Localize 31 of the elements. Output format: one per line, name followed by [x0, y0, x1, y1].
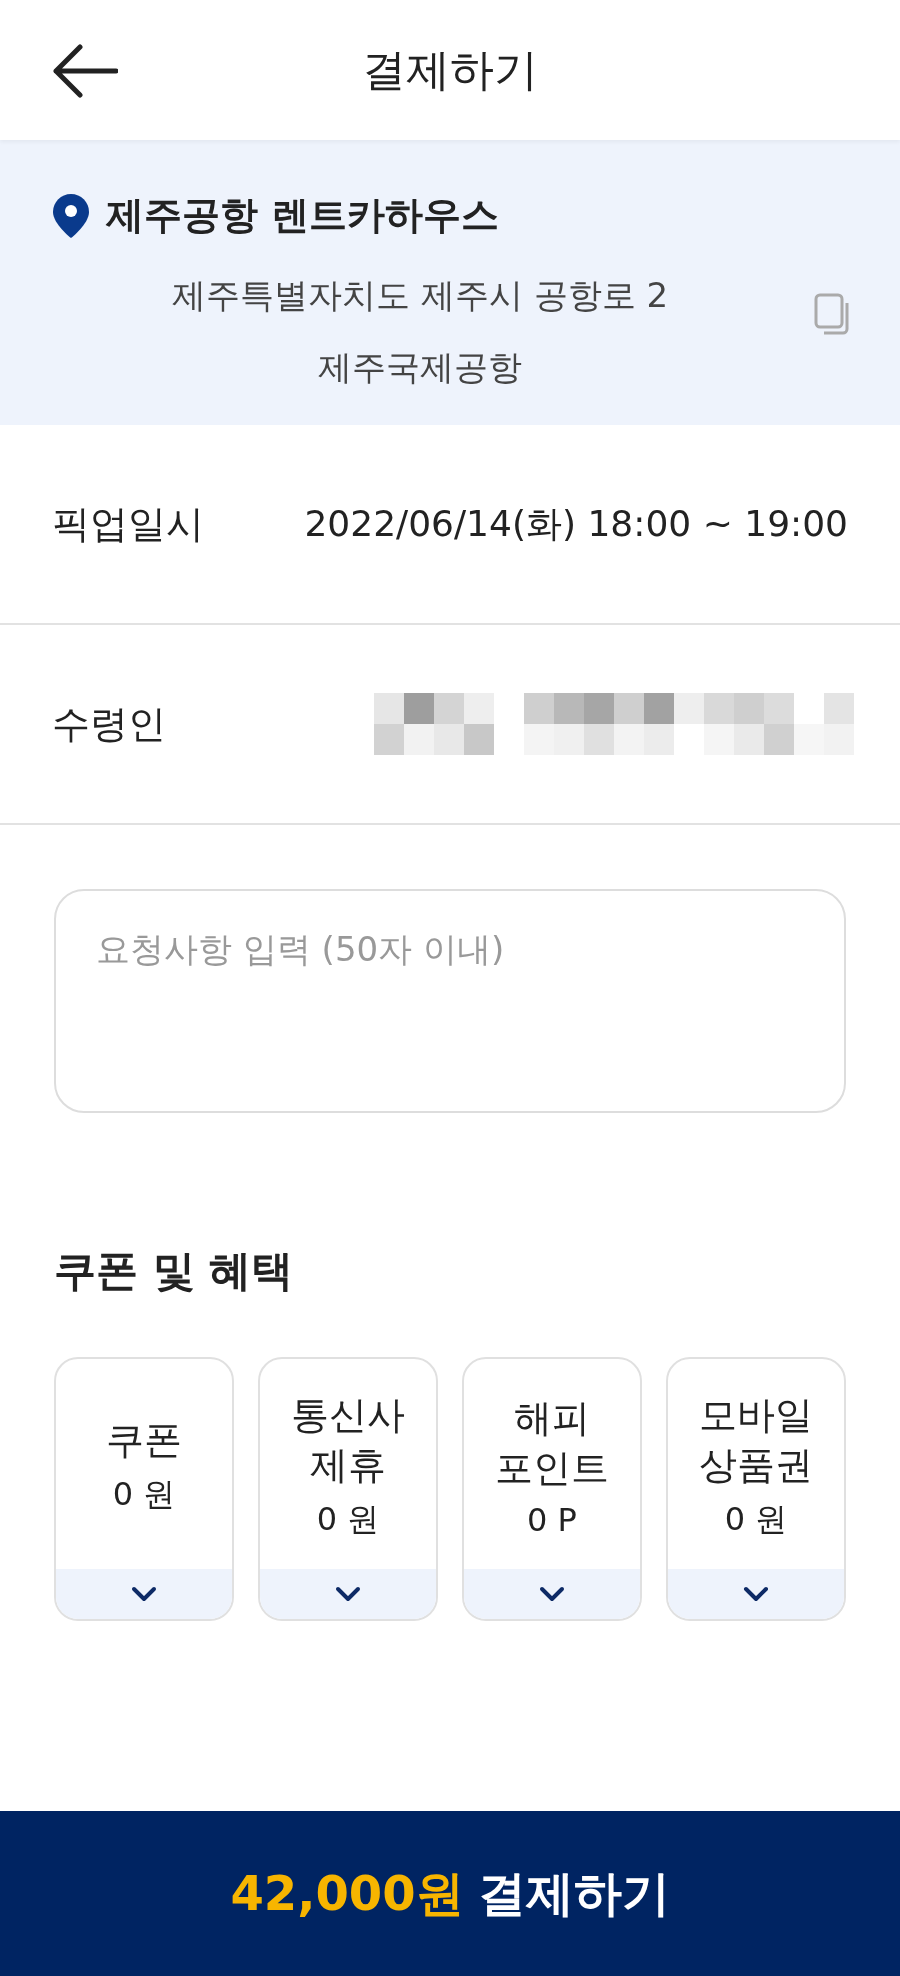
- benefit-title: 해피: [514, 1395, 590, 1442]
- benefit-title: 포인트: [495, 1445, 609, 1492]
- benefit-card[interactable]: 통신사 제휴 0 원: [258, 1357, 438, 1621]
- benefit-card[interactable]: 모바일 상품권 0 원: [666, 1357, 846, 1621]
- benefit-title: 상품권: [699, 1442, 813, 1489]
- page-title: 결제하기: [362, 42, 538, 97]
- benefit-title: 쿠폰: [106, 1417, 182, 1464]
- back-icon[interactable]: [52, 44, 118, 98]
- chevron-down-icon: [131, 1586, 157, 1602]
- benefit-card[interactable]: 해피 포인트 0 P: [462, 1357, 642, 1621]
- location-pin-icon: [52, 192, 90, 239]
- benefit-title: 모바일: [699, 1392, 813, 1439]
- row-value: 2022/06/14(화) 18:00 ~ 19:00: [304, 501, 848, 546]
- benefit-title: 제휴: [310, 1442, 386, 1489]
- row-label: 수령인: [52, 700, 167, 748]
- benefit-title: 통신사: [291, 1392, 405, 1439]
- address-line: 제주국제공항: [318, 346, 522, 389]
- chevron-down-icon: [743, 1586, 769, 1602]
- row-label: 픽업일시: [52, 500, 205, 548]
- section-heading: 쿠폰 및 혜택: [54, 1245, 295, 1297]
- request-field[interactable]: 요청사항 입력 (50자 이내): [54, 889, 846, 1113]
- address-line: 제주특별자치도 제주시 공항로 2: [171, 274, 669, 317]
- store-name: 제주공항 렌트카하우스: [106, 192, 500, 239]
- chevron-down-icon: [335, 1586, 361, 1602]
- pay-button[interactable]: 42,000원 결제하기: [0, 1811, 900, 1976]
- benefit-amount: 0 원: [112, 1474, 176, 1515]
- benefit-card[interactable]: 쿠폰 0 원: [54, 1357, 234, 1621]
- benefit-amount: 0 P: [527, 1501, 577, 1539]
- benefit-amount: 0 원: [724, 1499, 788, 1540]
- chevron-down-icon: [539, 1586, 565, 1602]
- benefit-amount: 0 원: [316, 1499, 380, 1540]
